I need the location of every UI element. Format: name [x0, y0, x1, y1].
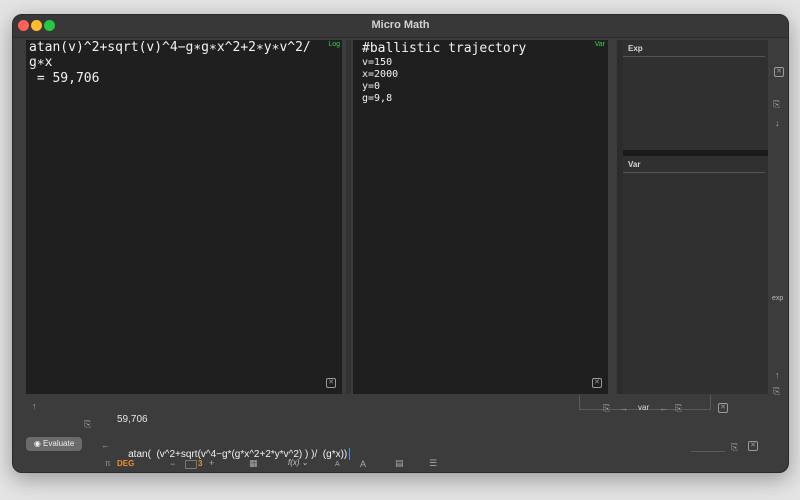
var-header-divider: [623, 172, 765, 173]
format-lines-icon[interactable]: ☰: [429, 458, 437, 468]
title-bar: Micro Math: [13, 15, 788, 38]
expression-input[interactable]: atan( (v^2+sqrt(v^4−g*(g*x^2+2*y*v^2) ) …: [117, 434, 677, 461]
expression-text: atan( (v^2+sqrt(v^4−g*(g*x^2+2*y*v^2) ) …: [128, 449, 348, 460]
clear-expression-button[interactable]: ✕: [748, 441, 758, 451]
close-panel-button[interactable]: ✕: [774, 67, 784, 77]
eye-icon: ◉: [33, 439, 41, 448]
var-heading: #ballistic trajectory: [362, 41, 527, 56]
var-line-g: g=9,8: [362, 93, 393, 104]
precision-field-icon: [185, 460, 197, 469]
paste-from-var-icon[interactable]: ⎘: [675, 403, 682, 413]
document-icon[interactable]: ▤: [395, 458, 404, 468]
paste-icon[interactable]: ⎘: [773, 99, 780, 109]
var-line-y: y=0: [362, 81, 381, 92]
paste-icon-lower[interactable]: ⎘: [773, 386, 780, 396]
var-tag: Var: [594, 41, 605, 48]
evaluate-arrow-icon: ←: [101, 440, 110, 450]
text-caret: [349, 448, 351, 461]
function-label: f(x): [288, 458, 300, 467]
log-line-2: g∗x: [29, 55, 53, 70]
copy-expression-icon[interactable]: ⎘: [731, 442, 738, 452]
paste-to-var-icon[interactable]: ⎘: [603, 403, 610, 413]
clear-log-button[interactable]: ✕: [326, 378, 336, 388]
arrow-down-icon[interactable]: ↓: [775, 118, 780, 128]
clear-var-link-button[interactable]: ✕: [718, 403, 728, 413]
exp-side-label: exp: [772, 295, 784, 302]
var-line-v: v=150: [362, 57, 393, 68]
copy-bracket: [691, 445, 725, 452]
app-window: Micro Math atan(v)^2+sqrt(v)^4−g∗g∗x^2+2…: [12, 14, 789, 473]
exp-header-divider: [623, 56, 765, 57]
precision-increase-icon[interactable]: +: [209, 458, 214, 468]
var-line-x: x=2000: [362, 69, 399, 80]
font-size-decrease-icon[interactable]: A: [335, 461, 340, 468]
arrow-left-icon: ←: [659, 403, 668, 413]
chevron-down-icon: ⌄: [301, 458, 309, 467]
arrow-up-icon[interactable]: ↑: [775, 370, 780, 380]
keyboard-icon[interactable]: ▦: [249, 458, 258, 468]
log-tag: Log: [328, 41, 340, 48]
var-header: Var: [628, 160, 641, 169]
evaluate-button[interactable]: ◉ Evaluate: [26, 437, 82, 451]
clear-var-button[interactable]: ✕: [592, 378, 602, 388]
history-up-arrow-icon[interactable]: ↑: [32, 401, 37, 411]
result-display: 59,706: [117, 414, 148, 425]
log-result-line: = 59,706: [29, 71, 100, 86]
window-title: Micro Math: [371, 19, 430, 31]
angle-mode-toggle[interactable]: DEG: [117, 459, 134, 468]
pane-splitter[interactable]: [346, 40, 351, 394]
var-section[interactable]: Var: [623, 156, 768, 394]
var-pane[interactable]: #ballistic trajectory v=150 x=2000 y=0 g…: [353, 40, 608, 394]
exp-section[interactable]: Exp: [623, 40, 768, 150]
var-button[interactable]: var: [638, 403, 649, 412]
precision-decrease-icon[interactable]: −: [170, 459, 175, 469]
exp-header: Exp: [628, 44, 643, 53]
precision-value: 3: [198, 459, 203, 468]
pi-icon[interactable]: π: [105, 459, 111, 468]
arrow-right-icon: →: [619, 403, 628, 413]
log-line-1: atan(v)^2+sqrt(v)^4−g∗g∗x^2+2∗y∗v^2/: [29, 40, 311, 55]
log-pane[interactable]: atan(v)^2+sqrt(v)^4−g∗g∗x^2+2∗y∗v^2/ g∗x…: [26, 40, 342, 394]
function-menu[interactable]: f(x) ⌄: [288, 458, 309, 467]
copy-result-icon[interactable]: ⎘: [84, 419, 91, 429]
right-panel: Exp Var: [617, 40, 768, 394]
evaluate-label: Evaluate: [43, 439, 75, 448]
font-size-increase-icon[interactable]: A: [360, 459, 366, 469]
